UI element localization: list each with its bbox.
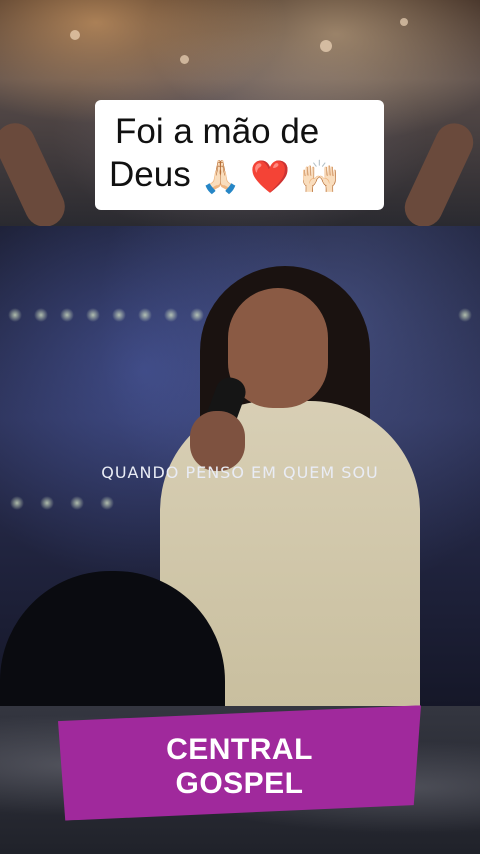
brand-label: CENTRAL GOSPEL <box>58 733 421 801</box>
raised-arm <box>398 117 480 233</box>
stage-light-dot <box>400 18 408 26</box>
caption-line-2: Deus 🙏🏻 ❤️ 🙌🏻 <box>109 153 370 198</box>
raising-hands-icon: 🙌🏻 <box>299 158 340 195</box>
lyric-subtitle: QUANDO PENSO EM QUEM SOU <box>101 463 379 482</box>
caption-word: Deus <box>109 155 191 194</box>
brand-line-1: CENTRAL <box>166 733 313 766</box>
stage-light-dot <box>190 308 204 322</box>
stage-light-dot <box>458 308 472 322</box>
stage-light-dot <box>180 55 189 64</box>
stage-light-dot <box>164 308 178 322</box>
stage-light-dot <box>70 496 84 510</box>
singer-hand <box>190 411 245 471</box>
praying-hands-icon: 🙏🏻 <box>200 158 241 195</box>
stage-light-dot <box>100 496 114 510</box>
stage-light-dot <box>60 308 74 322</box>
red-heart-icon: ❤️ <box>250 158 290 195</box>
caption-card: Foi a mão de Deus 🙏🏻 ❤️ 🙌🏻 <box>95 100 384 210</box>
performer-video: QUANDO PENSO EM QUEM SOU <box>0 226 480 711</box>
video-frame[interactable]: Foi a mão de Deus 🙏🏻 ❤️ 🙌🏻 QUANDO PENSO … <box>0 0 480 854</box>
caption-line-1: Foi a mão de <box>115 112 320 151</box>
stage-light-dot <box>70 30 80 40</box>
stage-light-dot <box>34 308 48 322</box>
stage-light-dot <box>320 40 332 52</box>
stage-light-dot <box>86 308 100 322</box>
stage-light-dot <box>112 308 126 322</box>
stage-light-dot <box>40 496 54 510</box>
stage-light-dot <box>10 496 24 510</box>
brand-line-2: GOSPEL <box>175 767 304 800</box>
raised-arm <box>0 116 72 234</box>
stage-light-dot <box>8 308 22 322</box>
stage-light-dot <box>138 308 152 322</box>
